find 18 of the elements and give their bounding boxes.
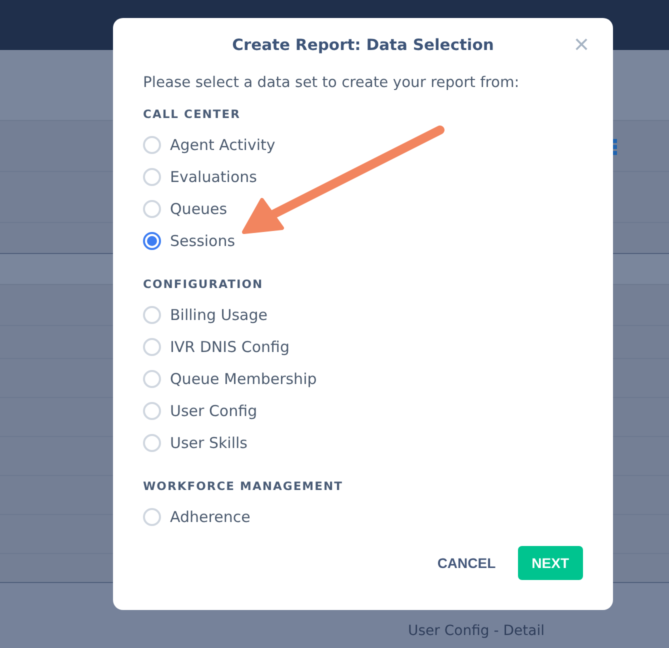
table-cell: User Config - Detail: [408, 623, 544, 640]
section-heading: WORKFORCE MANAGEMENT: [143, 479, 344, 493]
radio-option[interactable]: User Skills: [143, 427, 583, 459]
radio-option[interactable]: IVR DNIS Config: [143, 331, 583, 363]
radio-option[interactable]: Adherence: [143, 501, 583, 533]
cancel-button[interactable]: CANCEL: [433, 546, 500, 580]
radio-option[interactable]: Billing Usage: [143, 299, 583, 331]
radio-option[interactable]: Queue Membership: [143, 363, 583, 395]
radio-option[interactable]: Evaluations: [143, 161, 583, 193]
instruction-text: Please select a data set to create your report from:: [143, 74, 520, 91]
section-heading: CALL CENTER: [143, 107, 242, 121]
section-heading: CONFIGURATION: [143, 277, 264, 291]
radio-option[interactable]: Agent Activity: [143, 129, 583, 161]
radio-option[interactable]: Sessions: [143, 225, 583, 257]
radio-option[interactable]: User Config: [143, 395, 583, 427]
dialog-title: Create Report: Data Selection: [232, 36, 494, 54]
radio-button[interactable]: [143, 232, 161, 250]
radio-option[interactable]: Queues: [143, 193, 583, 225]
